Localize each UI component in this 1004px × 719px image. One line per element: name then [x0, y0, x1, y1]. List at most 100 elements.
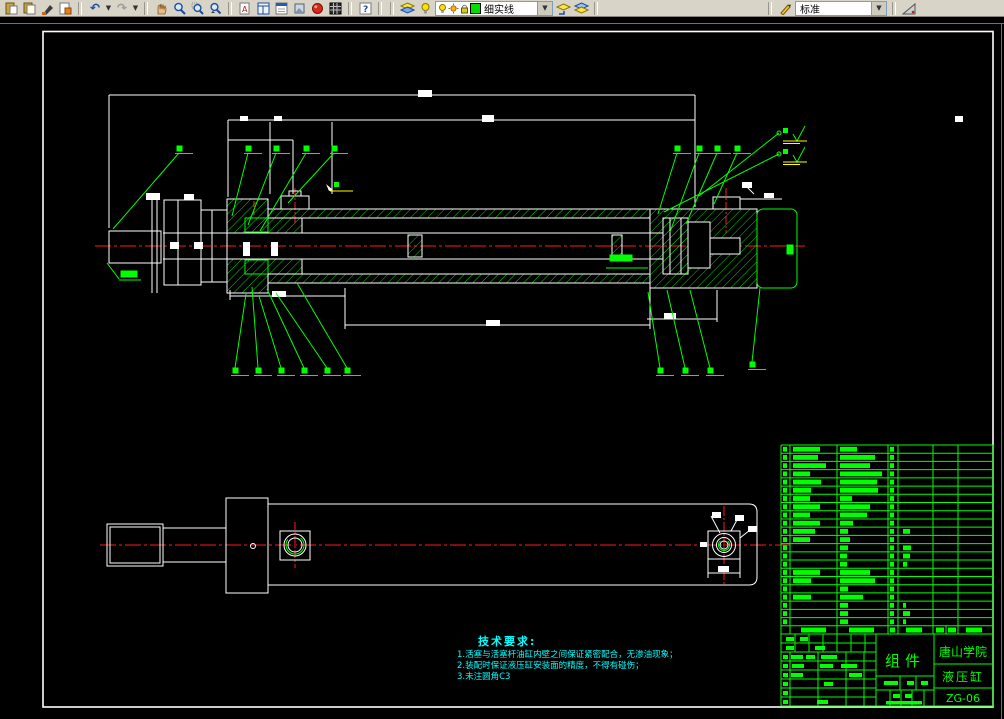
bom-cell-text	[793, 463, 826, 468]
bom-cell-text	[890, 562, 894, 567]
outside-view[interactable]	[100, 498, 790, 593]
bom-cell-text	[840, 595, 863, 600]
layout-grid-icon[interactable]	[255, 1, 271, 16]
redo-icon[interactable]: ↷	[114, 1, 130, 16]
bom-cell-text	[793, 504, 820, 509]
zoom-realtime-icon[interactable]	[171, 1, 187, 16]
bom-cell-text	[793, 578, 811, 583]
zoom-previous-icon[interactable]	[207, 1, 223, 16]
bom-cell-text	[783, 562, 787, 567]
technical-requirements: 技术要求: 1.活塞与活塞杆油缸内壁之间保证紧密配合，无渗油现象； 2.装配时保…	[457, 634, 678, 682]
bom-cell-text	[840, 611, 848, 616]
style-combo-value: 标准	[797, 1, 823, 16]
bom-cell-text	[890, 480, 894, 485]
bom-cell-text	[890, 586, 894, 591]
bom-cell-text	[903, 603, 906, 608]
bom-cell-text	[890, 545, 894, 550]
table-icon[interactable]	[327, 1, 343, 16]
match-properties-icon[interactable]	[57, 1, 73, 16]
bom-header	[801, 628, 982, 633]
bom-cell-text	[840, 586, 848, 591]
bom-cell-text	[783, 496, 787, 501]
bom-cell-text	[840, 455, 875, 460]
layer-previous-icon[interactable]	[555, 1, 571, 16]
bom-cell-text	[793, 513, 810, 518]
find-icon[interactable]: A	[237, 1, 253, 16]
pan-icon[interactable]	[153, 1, 169, 16]
redo-dropdown-icon[interactable]: ▼	[132, 4, 139, 12]
bom-cell-text	[793, 529, 815, 534]
title-block: 组件 唐山学院 液压缸 ZG-06	[781, 634, 993, 706]
toolbar-separator	[390, 2, 394, 15]
bom-cell-text	[783, 586, 787, 591]
tech-req-title: 技术要求:	[478, 634, 536, 648]
layer-states-icon[interactable]	[573, 1, 589, 16]
angle-measure-icon[interactable]	[901, 1, 917, 16]
bom-cell-text	[890, 504, 894, 509]
undo-dropdown-icon[interactable]: ▼	[105, 4, 112, 12]
zoom-window-icon[interactable]	[189, 1, 205, 16]
sheet-preview-icon[interactable]	[291, 1, 307, 16]
svg-text:A: A	[242, 5, 248, 14]
bom-cell-text	[840, 471, 882, 476]
bom-cell-text	[840, 504, 870, 509]
properties-window-icon[interactable]	[273, 1, 289, 16]
bom-cell-text	[903, 611, 910, 616]
style-combo-dropdown-icon[interactable]: ▼	[871, 2, 886, 15]
bom-cell-text	[783, 545, 787, 550]
render-icon[interactable]	[309, 1, 325, 16]
section-view[interactable]	[95, 90, 963, 376]
layer-combo[interactable]: 细实线 ▼	[435, 1, 553, 16]
drawing-canvas[interactable]: 技术要求: 1.活塞与活塞杆油缸内壁之间保证紧密配合，无渗油现象； 2.装配时保…	[0, 17, 1004, 719]
tech-req-line3: 3.未注圆角C3	[457, 671, 510, 682]
bom-cell-text	[903, 545, 911, 550]
bom-cell-text	[890, 554, 894, 559]
bom-cell-text	[793, 521, 820, 526]
rear-flange	[757, 209, 797, 288]
bom-cell-text	[783, 578, 787, 583]
paste-icon[interactable]	[3, 1, 19, 16]
layer-off-bulb-icon[interactable]	[417, 1, 433, 16]
tech-req-line2: 2.装配时保证液压缸安装面的精度，不得有碰伤；	[457, 660, 644, 671]
main-toolbar: ↶ ▼ ↷ ▼ A ? 细实线 ▼	[0, 0, 1004, 17]
bom-cell-text	[903, 562, 907, 567]
bom-cell-text	[783, 554, 787, 559]
bom-cell-text	[783, 619, 787, 624]
bom-cell-text	[903, 554, 910, 559]
cad-drawing: 技术要求: 1.活塞与活塞杆油缸内壁之间保证紧密配合，无渗油现象； 2.装配时保…	[0, 17, 1004, 719]
layer-color-swatch	[470, 3, 481, 14]
undo-icon[interactable]: ↶	[87, 1, 103, 16]
bom-cell-text	[783, 570, 787, 575]
lock-icon	[459, 3, 470, 14]
bom-cell-text	[840, 578, 875, 583]
title-product: 液压缸	[942, 669, 984, 684]
bom-cell-text	[890, 595, 894, 600]
style-combo[interactable]: 标准 ▼	[795, 1, 887, 16]
bom-cell-text	[840, 447, 857, 452]
bom-cell-text	[793, 570, 820, 575]
bom-cell-text	[783, 603, 787, 608]
bom-cell-text	[890, 537, 894, 542]
bom-cell-text	[793, 595, 811, 600]
copy-icon[interactable]	[21, 1, 37, 16]
bom-cell-text	[840, 521, 853, 526]
bom-cell-text	[793, 537, 810, 542]
format-painter-icon[interactable]	[39, 1, 55, 16]
layers-icon[interactable]	[399, 1, 415, 16]
bom-cell-text	[890, 603, 894, 608]
bom-cell-text	[903, 619, 906, 624]
bom-cell-text	[793, 455, 818, 460]
style-pencil-icon[interactable]	[777, 1, 793, 16]
bom-cell-text	[840, 463, 870, 468]
toolbar-separator	[892, 2, 896, 15]
cad-application-window: { "toolbar": { "layer_combo_value": "细实线…	[0, 0, 1004, 719]
title-company: 唐山学院	[939, 644, 987, 659]
help-icon[interactable]: ?	[357, 1, 373, 16]
bom-cell-text	[840, 619, 848, 624]
layer-combo-dropdown-icon[interactable]: ▼	[537, 2, 552, 15]
bom-cell-text	[840, 545, 848, 550]
bom-cell-text	[840, 562, 847, 567]
bom-cell-text	[793, 480, 821, 485]
bom-cell-text	[840, 529, 848, 534]
bom-cell-text	[783, 595, 787, 600]
